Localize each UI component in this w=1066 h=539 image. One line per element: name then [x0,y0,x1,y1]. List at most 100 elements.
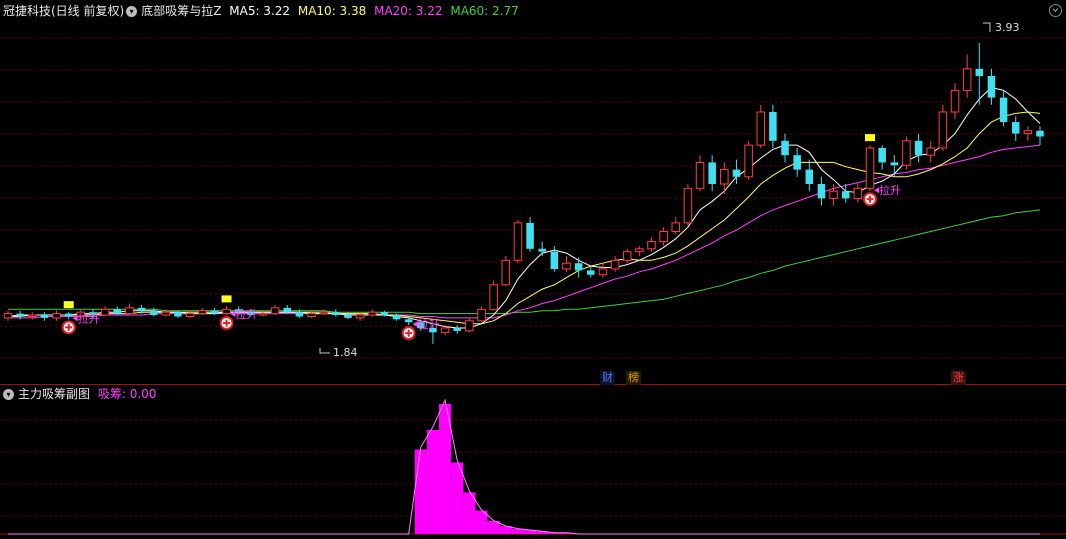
candle-body [210,310,219,314]
candle [914,133,923,163]
ma10-path [8,111,1041,325]
candle-body [647,241,656,250]
candle-body [708,162,716,184]
grid-lines [0,37,1066,535]
candle-body [683,187,693,224]
candle [489,280,498,311]
candle-body [610,259,620,270]
candle-body [1023,130,1033,135]
kline-chart[interactable]: 拉升 拉升拉升拉升 3.93 1.84 [0,0,1066,539]
news-tag-limit-up[interactable]: 涨 [951,371,966,385]
candle-body [344,315,352,318]
candle-body [622,251,632,261]
low-pointer [319,348,330,354]
candle-body [987,76,996,98]
candle-body [769,112,777,141]
candle-body [695,161,705,189]
candle-body [332,312,340,316]
lift-arrow-icon [874,187,880,194]
candle [125,303,134,316]
candle-body [841,191,850,199]
candle-body [598,268,608,276]
candle-body [40,315,49,318]
candle [332,309,340,317]
candle [962,54,972,98]
candle-body [635,248,644,253]
candle [501,256,511,287]
sub-indicator-dropdown-icon[interactable]: ▾ [3,389,14,400]
candle [40,312,49,321]
candle [1036,126,1044,146]
main-chart-header: 冠捷科技(日线 前复权) ▾ 底部吸筹与拉Z MA5: 3.22 MA10: 3.3… [0,1,523,21]
collapse-icon[interactable] [1049,4,1062,17]
candle [805,159,814,192]
candle [1023,126,1033,141]
candle-body [659,231,668,243]
ma5-value: MA5: 3.22 [229,4,291,18]
news-tag-rank[interactable]: 榜 [626,371,641,385]
absorption-bar [463,492,476,534]
candle [197,307,207,316]
candle [720,162,729,195]
candle-body [526,222,534,249]
candle [635,245,644,256]
candle-body [501,259,511,286]
candle [817,176,826,206]
candle-body [465,320,474,332]
candle [647,237,656,252]
absorption-bar [451,462,464,534]
news-tag-finance[interactable]: 财 [600,371,615,385]
candle [465,317,474,333]
candle [950,83,960,120]
candle-body [355,314,365,319]
candle [562,256,571,272]
absorption-value: 吸筹: 0.00 [97,387,157,401]
candle-body [440,327,450,333]
candle [550,245,559,272]
candle [878,145,886,170]
candle-body [550,251,559,269]
yellow-marker [221,295,232,303]
candle [744,140,753,180]
candle-body [538,248,546,252]
ma20-line [8,144,1041,319]
low-price-label: 1.84 [333,346,358,359]
sub-chart-header: ▾ 主力吸筹副图 吸筹: 0.00 [0,384,160,404]
lift-signal-label: 拉升 [236,307,258,321]
candle-body [853,187,863,199]
candle [1011,116,1020,141]
candle-body [477,308,486,322]
candle-body [28,314,37,317]
candle [52,310,61,321]
candle-body [671,222,681,233]
candle [574,257,583,278]
absorption-bar [414,449,427,534]
candle-body [137,307,146,311]
indicator-dropdown-icon[interactable]: ▾ [126,6,138,17]
stock-title[interactable]: 冠捷科技(日线 前复权) [3,4,124,18]
ma5-line [7,86,1041,329]
candle [841,184,850,203]
candle-body [174,312,182,317]
candle [367,309,377,317]
yellow-marker [865,134,876,142]
candle-body [878,148,886,163]
sub-panel-title[interactable]: 主力吸筹副图 [18,387,90,401]
candle-body [720,169,729,185]
candle-body [270,307,280,315]
absorption-bar [426,430,440,534]
ma10-value: MA10: 3.38 [297,4,367,18]
candle-body [197,310,207,315]
candle-body [1011,122,1020,134]
candle-body [562,262,571,270]
candle-body [805,169,814,184]
candle [671,217,681,235]
candle [975,42,984,105]
indicator-name[interactable]: 底部吸筹与拉Z [141,4,221,18]
candle-body [574,263,583,271]
candle-body [3,313,13,319]
candle [695,155,705,192]
candle [64,312,73,320]
candle [477,306,486,323]
candle-body [950,89,960,113]
